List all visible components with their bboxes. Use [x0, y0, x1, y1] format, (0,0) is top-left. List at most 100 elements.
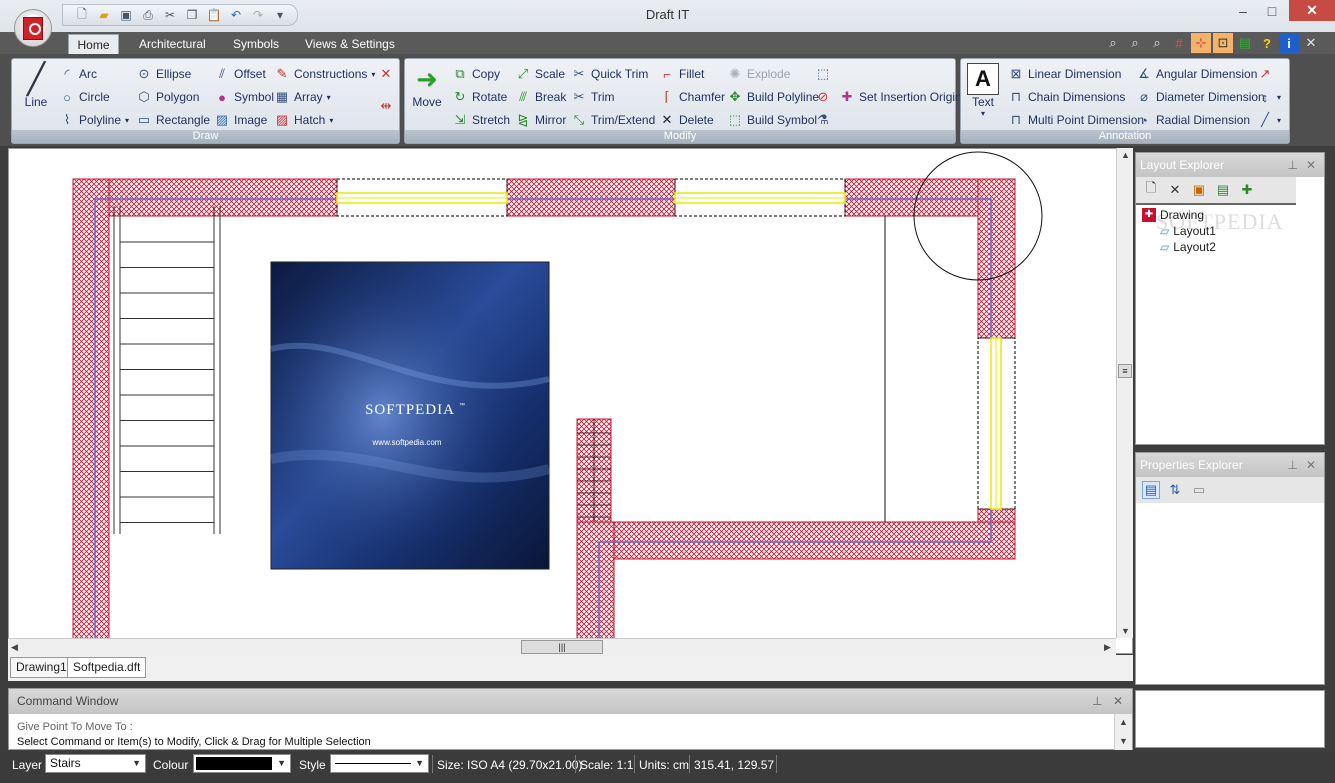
tab-home[interactable]: Home: [68, 34, 119, 54]
vertical-scrollbar[interactable]: ▲ ≡ ▼: [1116, 148, 1133, 638]
customize-icon[interactable]: ▾: [271, 6, 289, 24]
diameter-dimension-button[interactable]: ⌀ Diameter Dimension: [1136, 87, 1265, 107]
leader-button[interactable]: ↗: [1257, 64, 1273, 84]
style-select[interactable]: ▼: [330, 754, 429, 773]
properties-tool-button[interactable]: ⚗: [815, 110, 831, 130]
text-button[interactable]: A Text ▾: [967, 63, 999, 118]
colour-select[interactable]: ▼: [193, 754, 291, 773]
print-icon[interactable]: ⎙: [139, 6, 157, 24]
multi-point-dimension-button[interactable]: ⊓ Multi Point Dimension: [1008, 110, 1144, 130]
hscroll-thumb[interactable]: |||: [521, 640, 603, 654]
close-panel-icon[interactable]: ✕: [1306, 453, 1316, 477]
fillet-button[interactable]: ⌐ Fillet: [659, 64, 704, 84]
polyline-button[interactable]: ⌇ Polyline ▾: [59, 110, 129, 130]
drawing-canvas[interactable]: SOFTPEDIA ™ www.softpedia.com: [8, 148, 1133, 654]
categorized-icon[interactable]: ▤: [1142, 481, 1160, 499]
hatch-button[interactable]: ▨ Hatch ▾: [274, 110, 334, 130]
scroll-down-icon[interactable]: ▼: [1121, 626, 1130, 636]
line-button[interactable]: ╱ Line: [20, 63, 52, 110]
chain-dimensions-button[interactable]: ⊓ Chain Dimensions: [1008, 87, 1125, 107]
build-polyline-button[interactable]: ✥ Build Polyline: [727, 87, 820, 107]
trim-extend-button[interactable]: ⤡ Trim/Extend: [571, 110, 655, 130]
snap-icon[interactable]: ⊹: [1191, 33, 1211, 53]
dimension-line-button[interactable]: ╱ ▾: [1257, 110, 1281, 130]
quick-trim-button[interactable]: ✂ Quick Trim: [571, 64, 649, 84]
copy-button[interactable]: ⧉ Copy: [452, 64, 500, 84]
close-panel-icon[interactable]: ✕: [1113, 689, 1123, 714]
ellipse-button[interactable]: ⊙ Ellipse: [136, 64, 192, 84]
break-button[interactable]: ⫻ Break: [515, 87, 566, 107]
no-entry-button[interactable]: ⊘: [815, 87, 831, 107]
scroll-thumb[interactable]: ≡: [1118, 364, 1132, 378]
stretch-button[interactable]: ⇲ Stretch: [452, 110, 510, 130]
linear-dimension-button[interactable]: ⊠ Linear Dimension: [1008, 64, 1122, 84]
minimize-ribbon-icon[interactable]: ✕: [1301, 33, 1321, 53]
ortho-icon[interactable]: ⊡: [1213, 33, 1233, 53]
symbol-button[interactable]: ● Symbol: [214, 87, 274, 107]
scroll-right-icon[interactable]: ▶: [1104, 642, 1111, 653]
refresh-layout-icon[interactable]: ▤: [1214, 181, 1232, 199]
new-icon[interactable]: 🗋: [73, 6, 91, 24]
radial-dimension-button[interactable]: ◔ Radial Dimension: [1136, 110, 1250, 130]
build-symbol-button[interactable]: ⬚ Build Symbol: [727, 110, 817, 130]
arc-button[interactable]: ◜ Arc: [59, 64, 97, 84]
info-icon[interactable]: i: [1279, 33, 1299, 53]
dimension-arrow-button[interactable]: ↕ ▾: [1257, 87, 1281, 107]
drawing-area[interactable]: SOFTPEDIA ™ www.softpedia.com: [9, 149, 1117, 639]
horizontal-scrollbar[interactable]: ◀ ||| ▶: [8, 638, 1116, 655]
mirror-button[interactable]: ⧎ Mirror: [515, 110, 567, 130]
delete-button[interactable]: ✕ Delete: [659, 110, 714, 130]
angular-dimension-button[interactable]: ∡ Angular Dimension: [1136, 64, 1257, 84]
pin-icon[interactable]: ⊥: [1092, 689, 1102, 714]
scroll-up-icon[interactable]: ▲: [1121, 150, 1130, 160]
close-panel-icon[interactable]: ✕: [1306, 153, 1316, 177]
layout-properties-icon[interactable]: ▣: [1190, 181, 1208, 199]
paste-icon[interactable]: 📋: [205, 6, 223, 24]
rectangle-button[interactable]: ▭ Rectangle: [136, 110, 210, 130]
move-button[interactable]: ➜ Move: [411, 63, 443, 110]
stairs[interactable]: [113, 206, 221, 534]
sort-az-icon[interactable]: ⇅: [1166, 481, 1184, 499]
zoom-in-icon[interactable]: ⌕: [1147, 33, 1167, 53]
select-tool-button[interactable]: ⬚: [815, 64, 831, 84]
maximize-button[interactable]: □: [1258, 0, 1286, 22]
new-layout-icon[interactable]: 🗋: [1142, 180, 1160, 199]
explode-button[interactable]: ✺ Explode: [727, 64, 791, 84]
doc-tab-drawing1[interactable]: Drawing1: [10, 657, 73, 678]
grid-icon[interactable]: #: [1169, 33, 1189, 53]
tab-views-settings[interactable]: Views & Settings: [295, 34, 405, 54]
pin-icon[interactable]: ⊥: [1288, 453, 1298, 477]
rotate-button[interactable]: ↻ Rotate: [452, 87, 508, 107]
offset-button[interactable]: ⫽ Offset: [214, 64, 266, 84]
circle-button[interactable]: ○ Circle: [59, 87, 110, 107]
save-icon[interactable]: ▣: [117, 6, 135, 24]
doc-tab-softpedia[interactable]: Softpedia.dft: [67, 657, 147, 678]
undo-icon[interactable]: ↶: [227, 6, 245, 24]
pin-icon[interactable]: ⊥: [1288, 153, 1298, 177]
property-pages-icon[interactable]: ▭: [1190, 481, 1208, 499]
array-button[interactable]: ▦ Array ▾: [274, 87, 331, 107]
hide-constructions-button[interactable]: ⇹: [378, 96, 394, 116]
constructions-button[interactable]: ✎ Constructions ▾: [274, 64, 376, 84]
tree-item-layout2[interactable]: ▱ Layout2: [1160, 240, 1216, 254]
polygon-button[interactable]: ⬡ Polygon: [136, 87, 199, 107]
close-button[interactable]: ✕: [1289, 0, 1335, 21]
set-insertion-origin-button[interactable]: ✚ Set Insertion Origin: [839, 87, 962, 107]
minimize-button[interactable]: –: [1230, 0, 1256, 22]
zoom-extents-icon[interactable]: ⌕: [1103, 33, 1123, 53]
layer-select[interactable]: Stairs ▼: [45, 754, 146, 773]
cut-icon[interactable]: ✂: [161, 6, 179, 24]
chamfer-button[interactable]: ⌈ Chamfer: [659, 87, 725, 107]
tab-symbols[interactable]: Symbols: [223, 34, 289, 54]
application-menu-button[interactable]: [14, 9, 52, 47]
zoom-out-icon[interactable]: ⌕: [1125, 33, 1145, 53]
copy-icon[interactable]: ❐: [183, 6, 201, 24]
open-icon[interactable]: ▰: [95, 6, 113, 24]
tree-item-layout1[interactable]: ▱ Layout1: [1160, 224, 1216, 238]
redo-icon[interactable]: ↷: [249, 6, 267, 24]
scroll-left-icon[interactable]: ◀: [11, 642, 18, 653]
command-scrollbar[interactable]: ▲ ▼: [1114, 714, 1132, 750]
image-button[interactable]: ▨ Image: [214, 110, 268, 130]
delete-constructions-button[interactable]: ✕: [378, 64, 394, 84]
help-icon[interactable]: ?: [1257, 33, 1277, 53]
